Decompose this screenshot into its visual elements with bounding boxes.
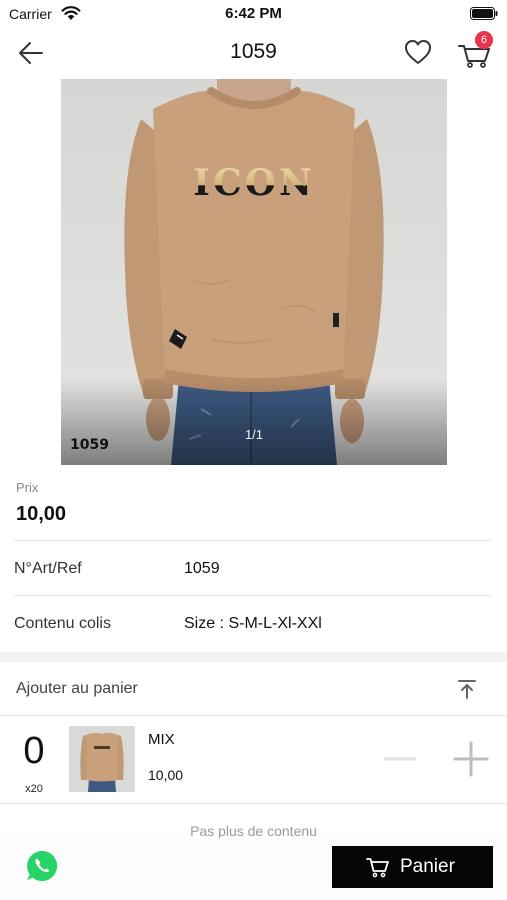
divider (14, 540, 492, 541)
arrow-to-top-icon (458, 680, 476, 699)
package-content-label: Contenu colis (14, 615, 111, 632)
add-to-cart-title: Ajouter au panier (16, 680, 138, 697)
wishlist-button[interactable] (403, 37, 433, 67)
price-label: Prix (16, 480, 39, 495)
product-photo[interactable]: ICON 1059 1/1 (61, 79, 447, 465)
quantity-value: 0 (23, 730, 45, 772)
go-to-cart-button[interactable]: Panier (332, 846, 493, 888)
price-value: 10,00 (16, 503, 67, 525)
sweater-print-text: ICON (193, 162, 315, 204)
end-of-content-text: Pas plus de contenu (190, 823, 317, 839)
divider (0, 715, 507, 716)
increase-quantity-button[interactable] (452, 740, 490, 778)
ref-value: 1059 (184, 560, 220, 577)
pack-size-label: x20 (25, 783, 43, 795)
battery-icon (470, 7, 498, 20)
variant-name: MIX (148, 731, 175, 748)
product-image-gallery[interactable]: ICON 1059 1/1 (0, 79, 507, 465)
nav-bar: 1059 6 (0, 28, 507, 78)
whatsapp-button[interactable] (25, 849, 59, 883)
cart-count-badge: 6 (475, 31, 493, 49)
ref-label: N°Art/Ref (14, 560, 82, 577)
package-content-value: Size : S-M-L-Xl-XXl (184, 615, 322, 632)
divider (14, 595, 492, 596)
collapse-button[interactable] (456, 678, 478, 700)
bottom-action-bar: Panier (0, 838, 507, 900)
minus-icon (383, 757, 417, 761)
section-separator (0, 652, 507, 662)
decrease-quantity-button[interactable] (382, 746, 418, 772)
image-counter: 1/1 (244, 427, 264, 442)
variant-price: 10,00 (148, 767, 184, 783)
variant-thumbnail (69, 726, 135, 792)
divider (0, 803, 507, 804)
go-to-cart-label: Panier (400, 856, 455, 877)
status-bar: Carrier 6:42 PM (0, 0, 507, 28)
status-time: 6:42 PM (225, 5, 282, 22)
whatsapp-icon (27, 850, 58, 881)
heart-icon (405, 40, 431, 64)
cart-icon (366, 858, 389, 878)
plus-icon (453, 741, 489, 777)
